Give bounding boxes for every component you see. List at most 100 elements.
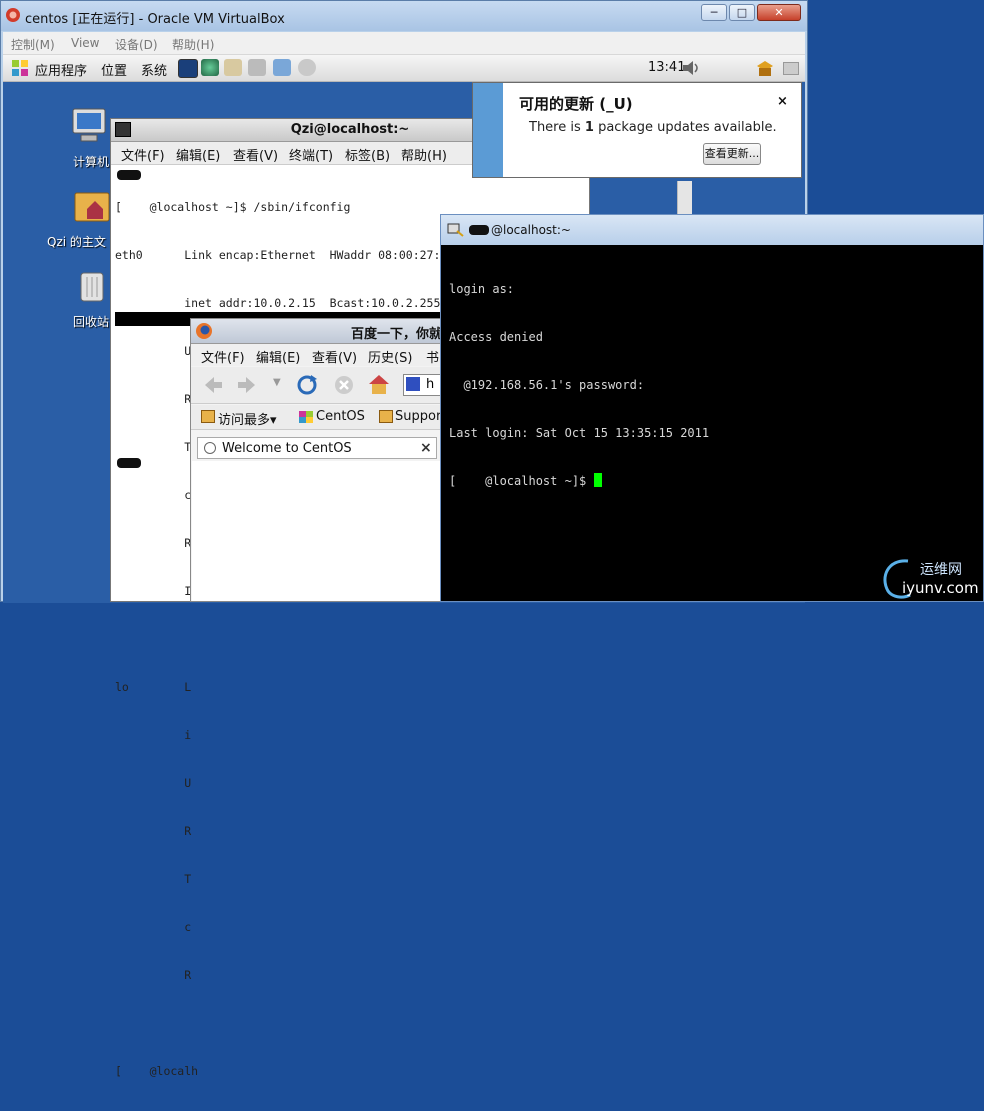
update-notifier-icon[interactable] — [755, 58, 775, 78]
terminal-line: R — [115, 824, 192, 838]
firefox-menu-bookmarks[interactable]: 书 — [426, 347, 439, 366]
mail-launcher-icon[interactable] — [298, 59, 316, 76]
tab-close-icon[interactable]: × — [420, 440, 432, 456]
putty-terminal-output[interactable]: login as: Access denied @192.168.56.1's … — [449, 249, 709, 521]
putty-window[interactable]: @localhost:~ login as: Access denied @19… — [440, 214, 984, 602]
putty-line: Access denied — [449, 330, 543, 344]
terminal-line: [ @localh — [115, 1064, 199, 1078]
site-watermark: 运维网 iyunv.com — [878, 555, 984, 602]
menu-system[interactable]: 系统 — [141, 60, 167, 79]
back-arrow-icon[interactable] — [203, 376, 223, 394]
panel-clock[interactable]: 13:41 — [648, 60, 685, 75]
firefox-menu-view[interactable]: 查看(V) — [312, 347, 357, 366]
centos-bookmark-icon — [299, 411, 313, 423]
gnome-top-panel: 应用程序 位置 系统 13:41 — [3, 55, 805, 82]
volume-icon[interactable] — [681, 59, 701, 77]
terminal-cursor — [593, 473, 602, 487]
firefox-titlebar[interactable]: 百度一下，你就 — [191, 319, 449, 344]
firefox-menu-file[interactable]: 文件(F) — [201, 347, 245, 366]
workspace-switcher-icon[interactable] — [783, 62, 799, 75]
terminal-line: [ @localhost ~]$ /sbin/ifconfig — [115, 200, 351, 214]
putty-prompt: [ @localhost ~]$ — [449, 474, 594, 488]
window-title: centos [正在运行] - Oracle VM VirtualBox — [25, 12, 285, 27]
terminal-menu-file[interactable]: 文件(F) — [121, 145, 165, 164]
update-count: 1 — [584, 120, 594, 135]
terminal-launcher-icon[interactable] — [178, 59, 198, 78]
firefox-menu-edit[interactable]: 编辑(E) — [256, 347, 300, 366]
tab-label: Welcome to CentOS — [222, 441, 352, 456]
redacted-username — [117, 458, 141, 468]
firefox-tab[interactable]: Welcome to CentOS × — [197, 437, 437, 459]
bookmark-centos[interactable]: CentOS — [316, 409, 365, 424]
virtualbox-menubar: 控制(M) View 设备(D) 帮助(H) — [3, 32, 805, 55]
firefox-menu-history[interactable]: 历史(S) — [368, 347, 412, 366]
terminal-line: U — [115, 776, 192, 790]
baidu-favicon-icon — [406, 377, 420, 391]
image-launcher-icon[interactable] — [273, 59, 291, 76]
network-launcher-icon[interactable] — [201, 59, 219, 76]
url-text: h — [426, 377, 435, 392]
desktop-label-computer[interactable]: 计算机 — [73, 153, 109, 170]
putty-line: Last login: Sat Oct 15 13:35:15 2011 — [449, 426, 710, 440]
bookmark-support[interactable]: Suppor — [395, 409, 441, 424]
virtualbox-app-icon — [6, 8, 20, 22]
bookmark-folder-icon — [379, 410, 393, 423]
terminal-menu-help[interactable]: 帮助(H) — [401, 145, 447, 164]
virtualbox-titlebar[interactable]: centos [正在运行] - Oracle VM VirtualBox ─ □… — [1, 1, 807, 31]
stop-icon[interactable] — [333, 374, 355, 396]
notification-message: There is 1 package updates available. — [529, 120, 777, 135]
terminal-line: c — [115, 920, 192, 934]
firefox-menubar: 文件(F) 编辑(E) 查看(V) 历史(S) 书 — [191, 344, 449, 366]
firefox-bookmarks-bar: 访问最多▾ CentOS Suppor — [191, 405, 449, 430]
message-prefix: There is — [529, 120, 585, 135]
firefox-title: 百度一下，你就 — [351, 327, 443, 342]
terminal-menu-edit[interactable]: 编辑(E) — [176, 145, 220, 164]
menu-places[interactable]: 位置 — [101, 60, 127, 79]
firefox-app-icon — [196, 323, 212, 339]
menu-view[interactable]: View — [71, 36, 99, 50]
firefox-window[interactable]: 百度一下，你就 文件(F) 编辑(E) 查看(V) 历史(S) 书 ▼ h 访问… — [190, 318, 450, 602]
close-button[interactable]: ✕ — [757, 4, 801, 21]
bookmark-folder-icon — [201, 410, 215, 423]
maximize-button[interactable]: □ — [729, 4, 755, 21]
watermark-url: iyunv.com — [902, 579, 979, 597]
putty-prompt-line: [ @localhost ~]$ — [449, 473, 709, 489]
terminal-menu-terminal[interactable]: 终端(T) — [289, 145, 333, 164]
menu-control[interactable]: 控制(M) — [11, 36, 55, 53]
redacted-username — [469, 225, 489, 235]
notes-launcher-icon[interactable] — [248, 59, 266, 76]
update-notification-popup[interactable]: 可用的更新 (_U) × There is 1 package updates … — [472, 82, 802, 178]
firefox-navbar: ▼ h — [191, 367, 449, 404]
terminal-line: T — [115, 872, 192, 886]
menu-devices[interactable]: 设备(D) — [115, 36, 158, 53]
putty-app-icon — [447, 223, 464, 237]
redacted-username — [117, 170, 141, 180]
view-updates-button[interactable]: 查看更新... — [703, 143, 761, 165]
centos-logo-icon — [12, 60, 28, 76]
home-icon[interactable] — [367, 373, 391, 395]
editor-launcher-icon[interactable] — [224, 59, 242, 76]
bookmark-most-visited[interactable]: 访问最多▾ — [218, 409, 277, 428]
terminal-line: lo L — [115, 680, 192, 694]
putty-titlebar[interactable]: @localhost:~ — [441, 215, 983, 245]
notification-close-icon[interactable]: × — [777, 94, 788, 109]
putty-line: login as: — [449, 282, 515, 296]
history-dropdown-icon[interactable]: ▼ — [273, 377, 281, 388]
desktop-label-home[interactable]: Qzi 的主文 — [47, 233, 106, 250]
desktop-label-trash[interactable]: 回收站 — [73, 313, 109, 330]
firefox-content-area[interactable] — [192, 461, 448, 601]
forward-arrow-icon[interactable] — [237, 376, 257, 394]
menu-applications[interactable]: 应用程序 — [35, 60, 87, 79]
minimize-button[interactable]: ─ — [701, 4, 727, 21]
menu-help[interactable]: 帮助(H) — [172, 36, 214, 53]
putty-title: @localhost:~ — [491, 223, 571, 237]
terminal-menu-view[interactable]: 查看(V) — [233, 145, 278, 164]
watermark-cn: 运维网 — [920, 562, 962, 578]
terminal-line: R — [115, 968, 192, 982]
page-favicon-icon — [204, 442, 216, 454]
notification-accent-bar — [473, 83, 503, 177]
reload-icon[interactable] — [295, 373, 319, 397]
putty-line: @192.168.56.1's password: — [449, 378, 645, 392]
terminal-menu-tabs[interactable]: 标签(B) — [345, 145, 390, 164]
